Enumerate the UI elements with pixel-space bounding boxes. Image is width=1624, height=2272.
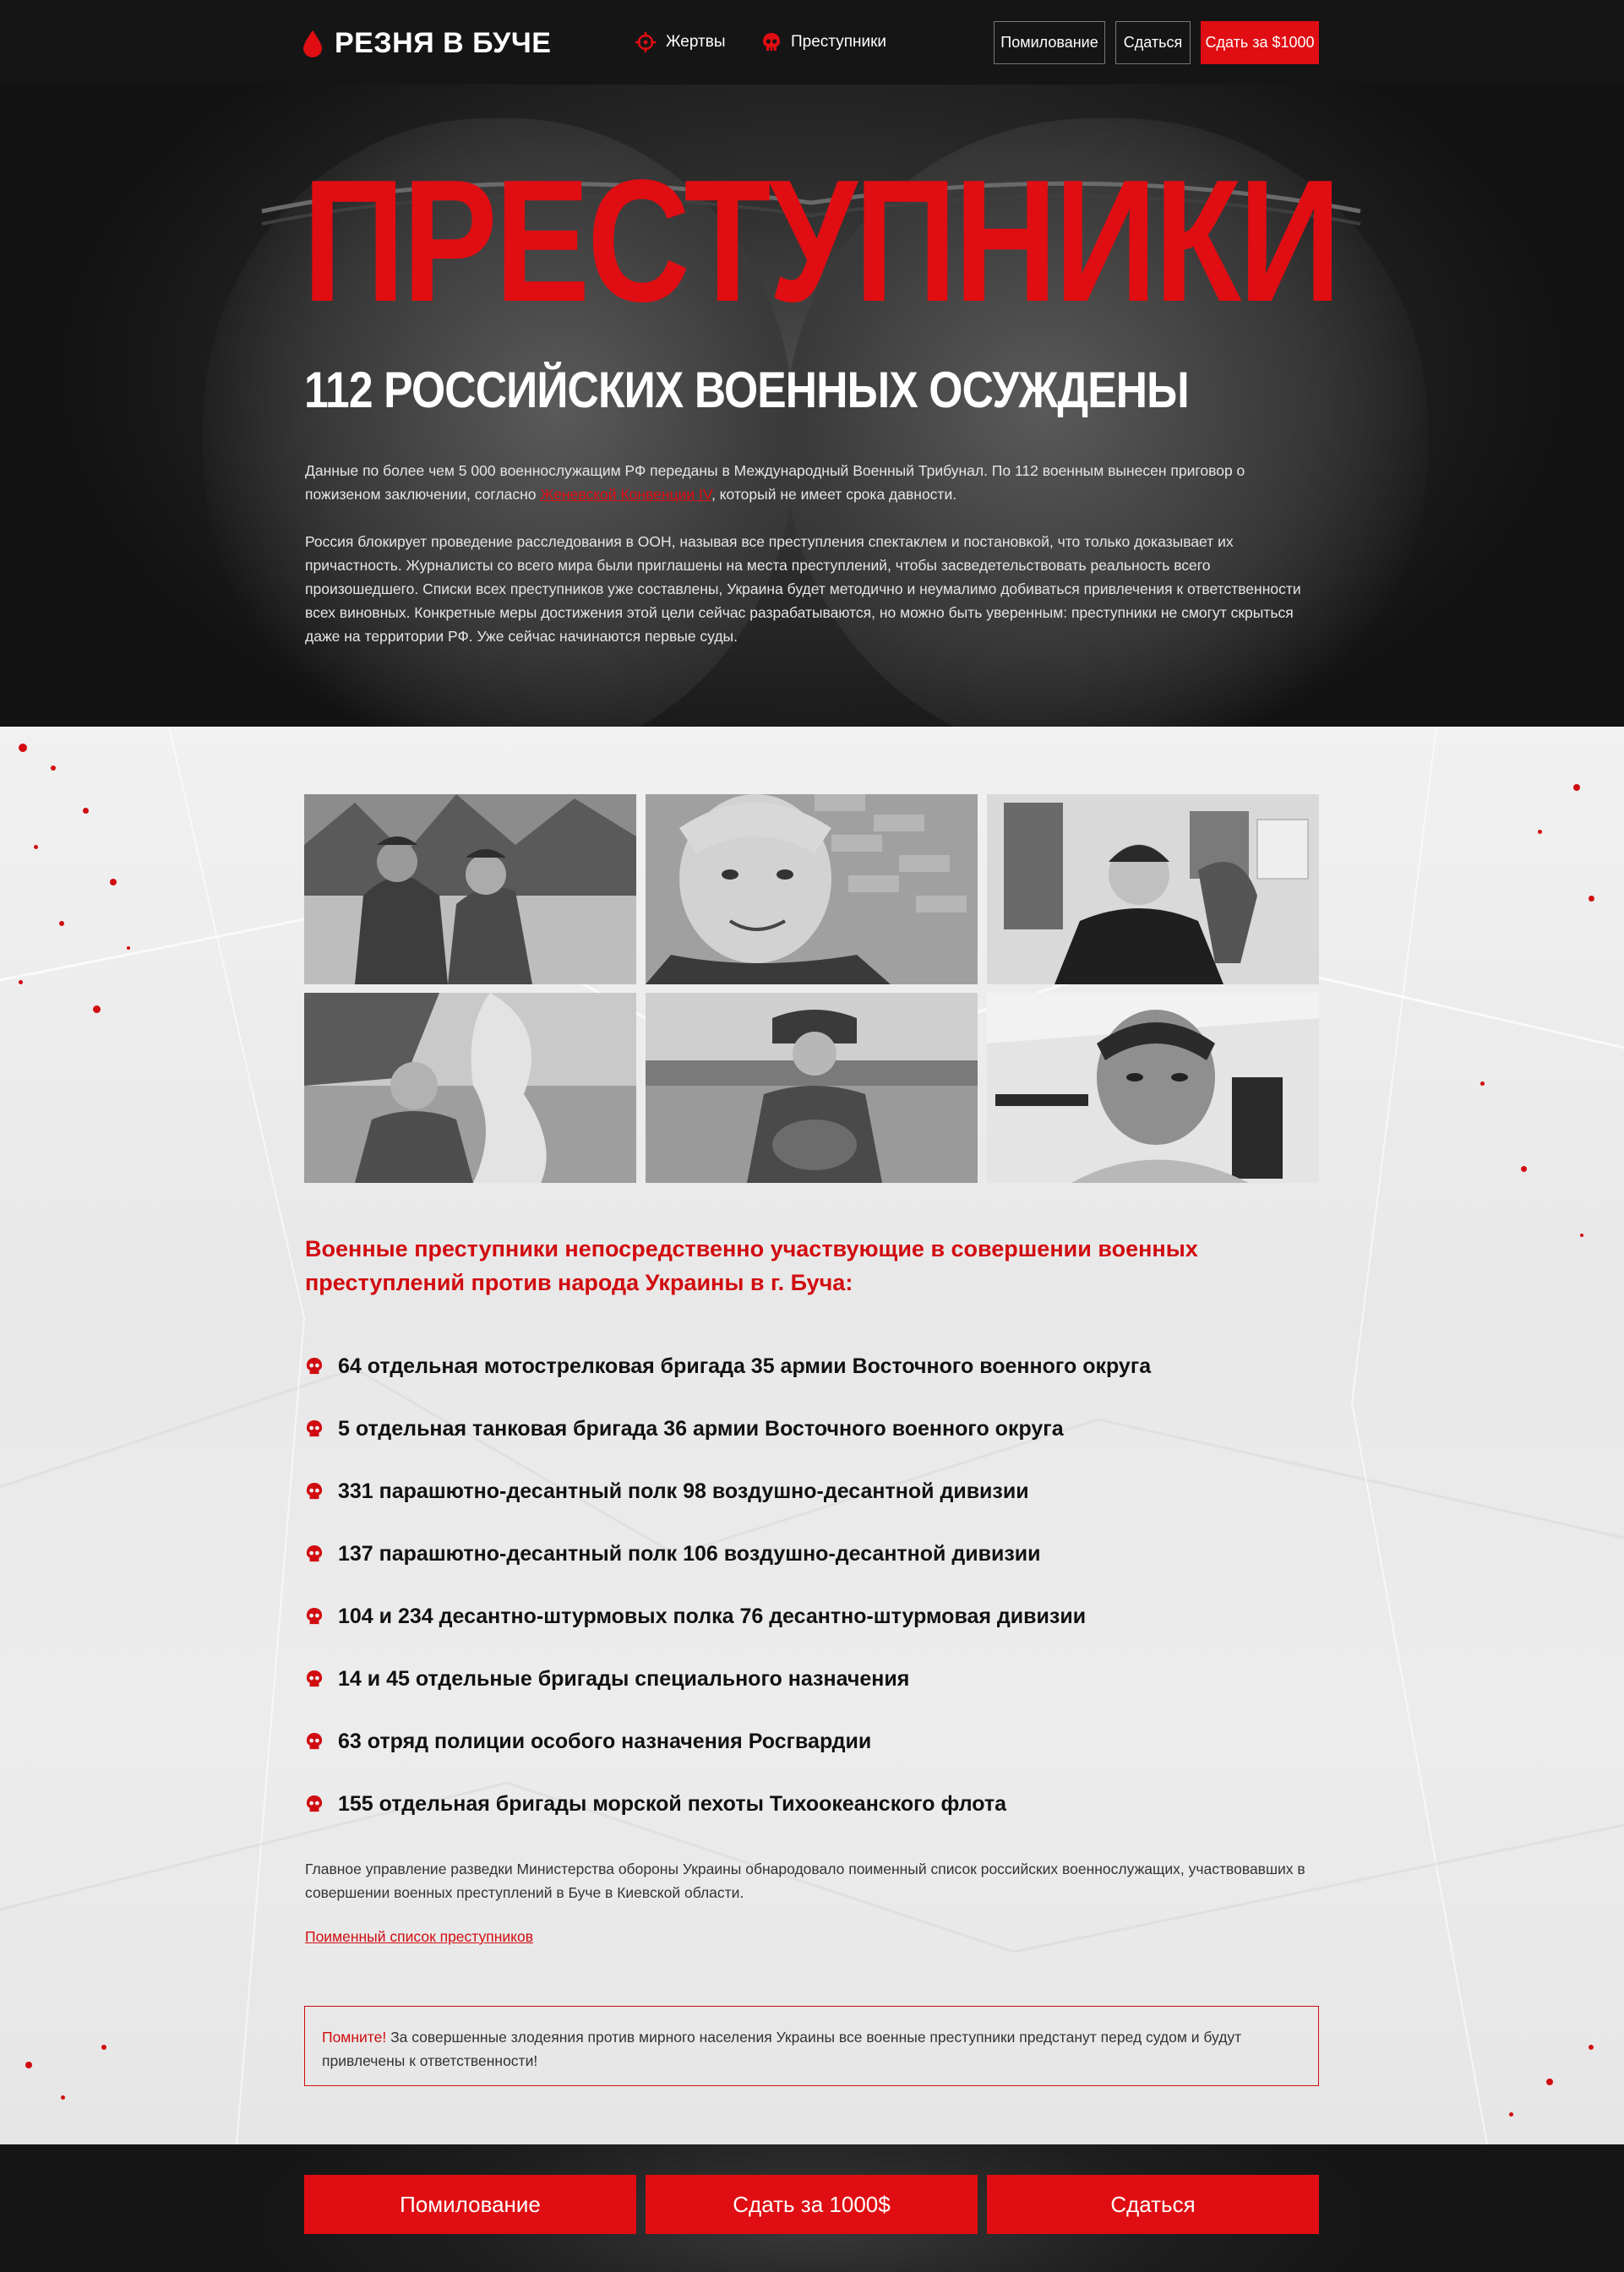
nav-link-label: Жертвы <box>666 33 726 51</box>
surrender-button[interactable]: Сдаться <box>1115 21 1191 64</box>
footer-surrender-button[interactable]: Сдаться <box>987 2175 1319 2234</box>
unit-name: 63 отряд полиции особого назначения Росг… <box>338 1729 872 1753</box>
pardon-button[interactable]: Помилование <box>994 21 1105 64</box>
notice-text: За совершенные злодеяния против мирного … <box>322 2029 1242 2069</box>
top-nav: РЕЗНЯ В БУЧЕ Жертвы Преступники Помилова… <box>0 0 1624 84</box>
skull-icon <box>306 1420 323 1437</box>
blood-splatter <box>1546 2079 1553 2085</box>
blood-splatter <box>93 1005 101 1013</box>
blood-splatter <box>1589 896 1594 902</box>
criminal-photo[interactable] <box>646 794 978 984</box>
skull-icon <box>306 1733 323 1750</box>
blood-splatter <box>19 744 27 752</box>
criminal-photo[interactable] <box>304 993 636 1183</box>
crosshair-icon <box>635 32 656 52</box>
list-item: 5 отдельная танковая бригада 36 армии Во… <box>306 1398 1320 1460</box>
skull-icon <box>306 1608 323 1625</box>
blood-splatter <box>127 946 130 950</box>
blood-splatter <box>59 921 64 926</box>
notice-key: Помните! <box>322 2029 387 2046</box>
logo[interactable]: РЕЗНЯ В БУЧЕ <box>302 27 551 60</box>
list-item: 155 отдельная бригады морской пехоты Тих… <box>306 1773 1320 1835</box>
blood-splatter <box>101 2045 106 2050</box>
hero-title: ПРЕСТУПНИКИ <box>302 144 1341 338</box>
blood-splatter <box>1538 830 1542 834</box>
blood-splatter <box>61 2095 65 2100</box>
list-item: 331 парашютно-десантный полк 98 воздушно… <box>306 1460 1320 1523</box>
blood-splatter <box>1521 1166 1527 1172</box>
blood-splatter <box>1573 784 1580 791</box>
unit-name: 64 отдельная мотострелковая бригада 35 а… <box>338 1354 1152 1378</box>
skull-icon <box>306 1358 323 1375</box>
blood-splatter <box>25 2062 32 2068</box>
criminals-lead-heading: Военные преступники непосредственно учас… <box>305 1236 1198 1295</box>
surrender-for-reward-button[interactable]: Сдать за $1000 <box>1201 21 1319 64</box>
list-item: 63 отряд полиции особого назначения Росг… <box>306 1710 1320 1773</box>
criminal-photo[interactable] <box>987 794 1319 984</box>
intelligence-info-text: Главное управление разведки Министерства… <box>305 1861 1305 1901</box>
list-item: 64 отдельная мотострелковая бригада 35 а… <box>306 1335 1320 1398</box>
unit-name: 14 и 45 отдельные бригады специального н… <box>338 1666 910 1691</box>
hero-paragraph-2: Россия блокирует проведение расследовани… <box>305 533 1301 645</box>
criminal-photo[interactable] <box>646 993 978 1183</box>
hero-section: ПРЕСТУПНИКИ 112 РОССИЙСКИХ ВОЕННЫХ ОСУЖД… <box>0 84 1624 727</box>
blood-splatter <box>19 980 23 984</box>
criminal-photo[interactable] <box>987 993 1319 1183</box>
list-item: 137 парашютно-десантный полк 106 воздушн… <box>306 1523 1320 1585</box>
hero-paragraph-1: Данные по более чем 5 000 военнослужащим… <box>305 459 1319 506</box>
skull-icon <box>306 1483 323 1500</box>
blood-splatter <box>1580 1234 1583 1237</box>
skull-icon <box>763 33 780 51</box>
list-item: 14 и 45 отдельные бригады специального н… <box>306 1648 1320 1710</box>
geneva-convention-link[interactable]: Женевской Конвенции IV <box>540 486 711 503</box>
hero-paragraph-text: , который не имеет срока давности. <box>711 486 957 503</box>
skull-icon <box>306 1670 323 1687</box>
unit-name: 155 отдельная бригады морской пехоты Тих… <box>338 1791 1007 1816</box>
blood-splatter <box>1480 1082 1485 1086</box>
nav-link-criminals[interactable]: Преступники <box>762 32 886 52</box>
nav-link-label: Преступники <box>791 33 887 51</box>
criminals-list-link[interactable]: Поименный список преступников <box>305 1928 533 1946</box>
page: РЕЗНЯ В БУЧЕ Жертвы Преступники Помилова… <box>0 0 1624 2272</box>
logo-text: РЕЗНЯ В БУЧЕ <box>335 27 552 59</box>
blood-splatter <box>1509 2112 1513 2117</box>
blood-drop-icon <box>303 30 322 57</box>
military-units-list: 64 отдельная мотострелковая бригада 35 а… <box>306 1335 1320 1835</box>
blood-splatter <box>51 766 56 771</box>
footer-pardon-button[interactable]: Помилование <box>304 2175 636 2234</box>
footer-surrender-for-reward-button[interactable]: Сдать за 1000$ <box>646 2175 978 2234</box>
hero-subtitle: 112 РОССИЙСКИХ ВОЕННЫХ ОСУЖДЕНЫ <box>304 362 1190 418</box>
criminal-photo-grid <box>304 794 1319 1183</box>
list-item: 104 и 234 десантно-штурмовых полка 76 де… <box>306 1585 1320 1648</box>
blood-splatter <box>34 845 38 849</box>
skull-icon <box>306 1795 323 1812</box>
unit-name: 137 парашютно-десантный полк 106 воздушн… <box>338 1541 1041 1566</box>
unit-name: 5 отдельная танковая бригада 36 армии Во… <box>338 1416 1064 1441</box>
blood-splatter <box>110 879 117 885</box>
blood-splatter <box>1589 2045 1594 2050</box>
reminder-notice: Помните! За совершенные злодеяния против… <box>304 2006 1319 2086</box>
blood-splatter <box>83 808 89 814</box>
unit-name: 104 и 234 десантно-штурмовых полка 76 де… <box>338 1604 1087 1628</box>
criminal-photo[interactable] <box>304 794 636 984</box>
footer: Помилование Сдать за 1000$ Сдаться <box>0 2144 1624 2272</box>
unit-name: 331 парашютно-десантный полк 98 воздушно… <box>338 1479 1029 1503</box>
nav-link-victims[interactable]: Жертвы <box>635 32 725 52</box>
skull-icon <box>306 1545 323 1562</box>
criminals-section: Военные преступники непосредственно учас… <box>0 727 1624 2144</box>
